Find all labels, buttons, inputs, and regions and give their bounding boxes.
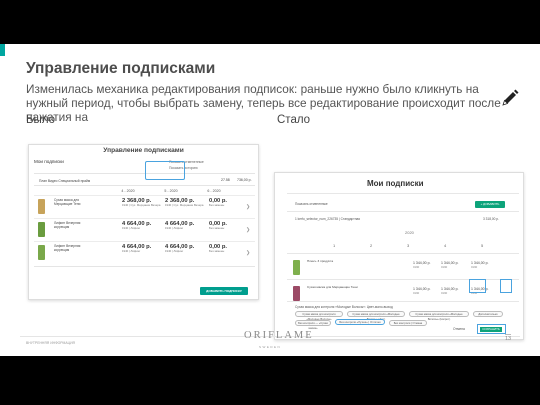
divider [34,185,255,186]
replacement-chip[interactable]: Дополнительно [473,311,503,317]
divider [34,266,255,267]
product-price: 1 344,00 р. 0190 [413,287,431,295]
after-month: 5 [481,243,484,248]
product-price: 1 344,00 р. 0190 [413,261,431,269]
slide-canvas: Управление подписками Изменилась механик… [0,44,540,356]
before-header: Управление подписками [103,147,184,154]
label-after: Стало [277,114,311,126]
chevron-right-icon[interactable]: ❯ [246,204,250,210]
after-edit-pencil-highlight[interactable] [500,279,512,293]
before-plan-name: План Видео Специальный прайм [39,179,91,183]
divider [287,301,519,302]
after-plan-name: 1 kerfo_selector_num_226735 | Стандартна… [295,217,360,221]
product-price: 1 344,00 р. 0190 [441,287,459,295]
replacement-chip[interactable]: Сухая маска для контроля «Молодые Волосы… [347,311,405,321]
period-cell[interactable]: 2 368,00 р. 1940 | Сух. Мерцание Вечера [165,198,205,208]
cell-sub: Без замены [209,249,225,253]
after-month: 3 [407,243,410,248]
cell-sub: Без замены [209,203,225,207]
before-product-row: Сухая маска для Мерцающие Тени 2 368,00 … [34,195,255,218]
accent-tab [0,44,5,56]
period-cell[interactable]: 2 368,00 р. 1940 | Сух. Мерцание Вечера [122,198,162,208]
footer-left-text: ВНУТРЕННЯЯ ИНФОРМАЦИЯ [26,341,75,345]
product-name: Лифинг Вечерняя коррекция [54,221,81,229]
after-chips-title: Сухая маска для контроля «Молодые Волосы… [295,305,393,309]
before-product-row: Лифинг Вечерняя коррекция 4 664,00 р. 19… [34,218,255,241]
after-highlight-price [469,279,486,293]
screenshot-after: Мои подписки Показать отмененные + ДОБАВ… [274,172,524,340]
divider [287,193,519,194]
after-cancel-link[interactable]: Отмена [453,327,465,331]
product-name: Сухая маска для Мерцающие Тени [307,285,358,289]
page-number: 13 [505,334,512,342]
oriflame-logo: ORIFLAME [244,330,314,341]
period-cell[interactable]: 4 664,00 р. 1940 | Лифинг [165,221,205,231]
period-cell[interactable]: 0,00 р. Без замены [209,198,249,208]
after-save-button[interactable]: СОХРАНИТЬ [480,327,502,332]
replacement-chip[interactable]: Без контроля — «Сухая маска» [295,320,331,330]
after-show-cancelled[interactable]: Показать отмененные [295,202,328,206]
after-add-button[interactable]: + ДОБАВИТЬ [475,201,505,208]
pencil-icon [502,89,519,106]
product-image [293,286,300,301]
replacement-chip-selected[interactable]: Без контроля «Лучше» | Отлично [335,319,385,325]
after-month: 2 [370,243,373,248]
product-name: Плюс+ 3 продукта [307,259,334,263]
chevron-right-icon[interactable]: ❯ [246,250,250,256]
before-my-subs: Мои подписки [34,159,64,164]
after-save-highlight: СОХРАНИТЬ [477,324,506,334]
cell-sub: Без замены [209,226,225,230]
product-image [38,199,45,214]
cell-sub: 1940 | Лифинг [122,226,141,230]
product-image [38,222,45,237]
product-name: Сухая маска для Мерцающие Тени [54,198,81,206]
cell-sub: 1940 | Сух. Мерцание Вечера [165,203,204,207]
cell-sub: 1940 | Лифинг [165,249,184,253]
period-cell[interactable]: 4 664,00 р. 1940 | Лифинг [122,244,162,254]
period-cell[interactable]: 0,00 р. Без замены [209,221,249,231]
after-year: 2020 [405,230,414,235]
slide: Управление подписками Изменилась механик… [0,0,540,405]
divider [287,253,519,254]
cell-sub: 1940 | Лифинг [165,226,184,230]
after-plan-sum: 3 318,00 р. [483,217,499,221]
slide-title: Управление подписками [26,60,216,77]
product-name: Лифинг Вечерняя коррекция [54,244,81,252]
cell-sub: 1940 | Лифинг [122,249,141,253]
before-product-row: Лифинг Вечерняя коррекция 4 664,00 р. 19… [34,241,255,264]
replacement-chip[interactable]: Сухая маска для контроля «Молодые Волосы… [409,311,469,321]
before-plan-points: 27.58 [221,178,230,182]
after-month: 1 [333,243,336,248]
period-cell[interactable]: 4 664,00 р. 1940 | Лифинг [122,221,162,231]
replacement-chip[interactable]: Сухая маска для контроля «Молодые Волосы… [295,311,343,321]
replacement-chip[interactable]: Без контроля | Отмена [389,320,427,326]
product-price: 1 344,00 р. 0190 [471,261,489,269]
before-plan-sum: 736,00 р. [237,178,252,182]
divider [287,211,519,212]
chevron-right-icon[interactable]: ❯ [246,227,250,233]
slide-description: Изменилась механика редактирования подпи… [26,82,501,124]
label-before: Было [26,114,56,126]
product-price: 1 344,00 р. 0190 [441,261,459,269]
after-header: Мои подписки [367,179,424,188]
logo-subtitle: SWEDEN [259,345,282,349]
product-image [38,245,45,260]
before-add-subscription-button[interactable]: ДОБАВИТЬ ПОДПИСКУ [200,287,248,295]
period-cell[interactable]: 4 664,00 р. 1940 | Лифинг [165,244,205,254]
screenshot-before: Управление подписками Мои подписки Показ… [28,144,259,300]
after-month: 4 [444,243,447,248]
product-image [293,260,300,275]
period-cell[interactable]: 0,00 р. Без замены [209,244,249,254]
before-highlight-box [145,161,185,180]
cell-sub: 1940 | Сух. Мерцание Вечера [122,203,161,207]
before-month-header: 6 - 2020 [207,189,221,193]
